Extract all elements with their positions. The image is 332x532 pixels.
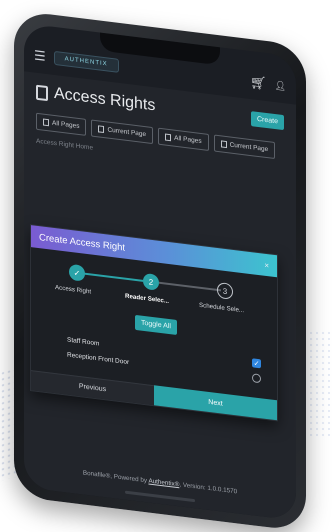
step-3-marker[interactable]: 3 xyxy=(217,281,233,300)
previous-button[interactable]: Previous xyxy=(31,370,154,406)
step-connector-done xyxy=(83,272,143,282)
page-icon xyxy=(43,118,49,127)
main-content: Access Rights Create All Pages Current P… xyxy=(24,71,296,521)
create-access-right-modal: Create Access Right × ✓ 2 3 Access Right… xyxy=(30,223,278,422)
tab-label: All Pages xyxy=(174,134,202,146)
step-3-label: Schedule Sele... xyxy=(199,301,245,315)
document-icon xyxy=(36,84,48,101)
page-icon xyxy=(220,140,227,149)
next-button[interactable]: Next xyxy=(154,385,277,421)
close-icon[interactable]: × xyxy=(264,260,269,270)
footer-suffix: , Version: 1.0.0.1570 xyxy=(179,481,238,496)
checkbox-unchecked[interactable] xyxy=(252,373,261,384)
brand-logo[interactable]: AUTHENTIX xyxy=(53,50,119,73)
step-2-label: Reader Selec... xyxy=(125,292,170,306)
step-1-label: Access Right xyxy=(55,284,92,296)
cart-icon[interactable]: 🛒︎ xyxy=(250,74,267,92)
tab-label: All Pages xyxy=(52,119,80,131)
step-2-marker[interactable]: 2 xyxy=(143,272,159,291)
page-icon xyxy=(98,125,105,134)
home-indicator[interactable] xyxy=(125,490,195,503)
tab-label: Current Page xyxy=(229,141,269,154)
checkbox-checked[interactable]: ✓ xyxy=(252,358,261,369)
user-icon[interactable]: 👤︎ xyxy=(275,79,286,91)
footer-link[interactable]: Authentix® xyxy=(148,478,179,489)
step-connector-pending xyxy=(159,281,221,292)
phone-screen: ☰ AUTHENTIX 🛒︎ 👤︎ Access Rights Create A… xyxy=(24,23,296,521)
footer-prefix: Bonafile®, Powered by xyxy=(82,469,149,485)
phone-mockup: ☰ AUTHENTIX 🛒︎ 👤︎ Access Rights Create A… xyxy=(14,10,306,532)
menu-icon[interactable]: ☰ xyxy=(34,47,46,64)
step-1-marker[interactable]: ✓ xyxy=(69,263,85,282)
page-icon xyxy=(165,133,172,142)
tab-label: Current Page xyxy=(107,126,147,139)
